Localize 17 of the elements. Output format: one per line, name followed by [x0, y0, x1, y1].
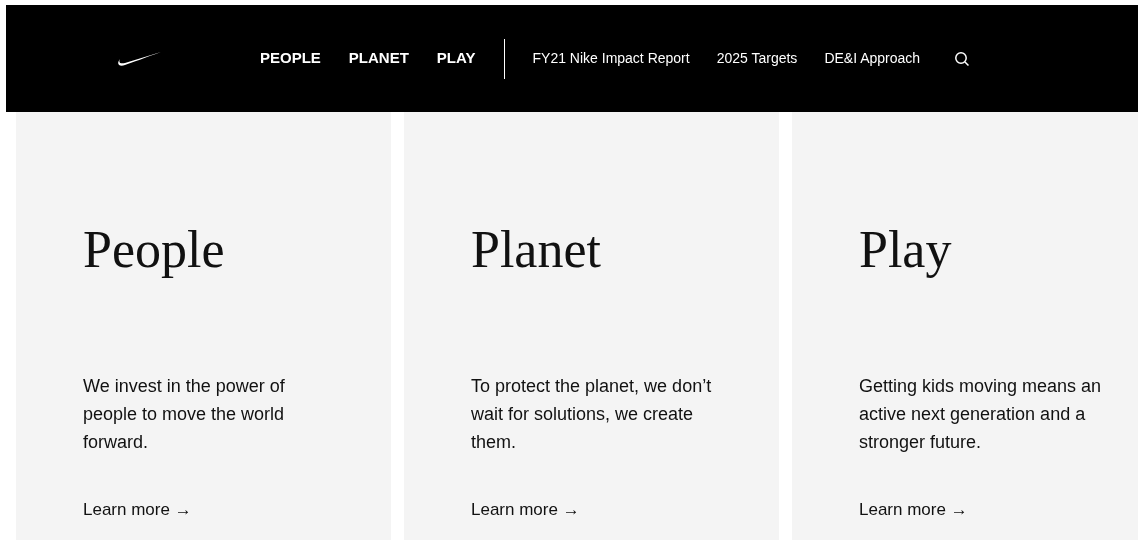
nav-link[interactable]: PLANET — [348, 47, 409, 70]
nav-link[interactable]: DE&I Approach — [824, 48, 921, 69]
nav-link[interactable]: PLAY — [436, 47, 476, 70]
card-title: Play — [859, 220, 953, 280]
nav-link[interactable]: 2025 Targets — [716, 48, 798, 69]
card-title: People — [83, 220, 226, 280]
nav-link[interactable]: PEOPLE — [260, 47, 321, 70]
card-description: We invest in the power of people to move the world forward. — [83, 375, 286, 454]
swoosh-logo[interactable] — [117, 50, 161, 67]
search-icon[interactable] — [954, 50, 971, 67]
card-description: To protect the planet, we don’t wait for solutions, we create them. — [471, 375, 713, 454]
learn-more-link[interactable]: Learn more → — [859, 497, 968, 523]
card-description: Getting kids moving means an active next generation and a stronger future. — [859, 375, 1103, 454]
learn-more-link[interactable]: Learn more → — [471, 497, 580, 523]
learn-more-link[interactable]: Learn more → — [83, 497, 192, 523]
card-title: Planet — [471, 220, 602, 280]
nav-link[interactable]: FY21 Nike Impact Report — [532, 48, 690, 69]
